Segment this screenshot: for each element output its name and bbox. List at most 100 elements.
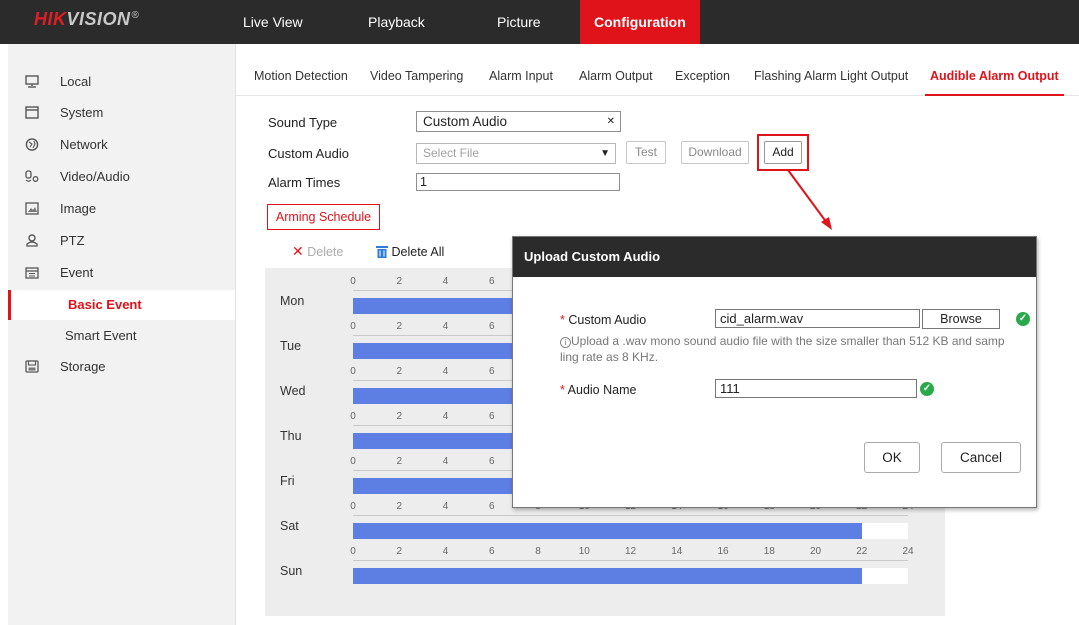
tab-video-tampering[interactable]: Video Tampering — [370, 44, 463, 96]
info-icon: i — [560, 337, 571, 348]
camera-mic-icon — [25, 170, 39, 182]
hour-tick: 6 — [488, 456, 495, 467]
alarm-times-input[interactable]: 1 — [416, 173, 620, 191]
hour-tick: 0 — [350, 501, 356, 512]
browse-button[interactable]: Browse — [922, 309, 1000, 329]
nav-configuration[interactable]: Configuration — [580, 0, 700, 44]
sound-type-value: Custom Audio — [423, 114, 508, 129]
nav-live-view[interactable]: Live View — [243, 0, 303, 44]
schedule-segment[interactable] — [353, 523, 862, 539]
delete-all-label: Delete All — [391, 245, 445, 259]
hour-tick: 4 — [442, 501, 449, 512]
top-navigation-bar: HIKVISION® Live View Playback Picture Co… — [0, 0, 1079, 44]
globe-icon — [25, 138, 39, 151]
chevron-down-icon: ✕ — [606, 116, 615, 127]
custom-audio-label: Custom Audio — [268, 146, 349, 161]
day-label: Sun — [280, 564, 303, 578]
sidebar-item-storage[interactable]: Storage — [8, 352, 235, 382]
custom-audio-file-field[interactable]: cid_alarm.wav — [715, 309, 920, 328]
sidebar-item-label: Video/Audio — [60, 169, 130, 184]
sidebar-item-image[interactable]: Image — [8, 194, 235, 224]
hour-tick: 0 — [350, 321, 356, 332]
timeline-ruler — [353, 515, 908, 516]
hour-tick: 2 — [396, 501, 403, 512]
cancel-button[interactable]: Cancel — [941, 442, 1021, 473]
tab-flashing-alarm-light-output[interactable]: Flashing Alarm Light Output — [754, 44, 908, 96]
hour-tick: 2 — [396, 411, 403, 422]
sidebar-item-video-audio[interactable]: Video/Audio — [8, 162, 235, 192]
day-label: Thu — [280, 429, 302, 443]
schedule-segment[interactable] — [353, 568, 862, 584]
sidebar-item-label: Basic Event — [68, 297, 142, 312]
schedule-row-sun: Sun 0 2 4 6 8 10 12 14 16 18 20 22 24 — [265, 544, 945, 588]
hour-tick: 0 — [350, 546, 356, 557]
sidebar-item-smart-event[interactable]: Smart Event — [8, 321, 235, 351]
hour-tick: 6 — [488, 411, 495, 422]
nav-picture[interactable]: Picture — [497, 0, 541, 44]
sidebar-item-label: Storage — [60, 359, 106, 374]
hour-tick: 6 — [488, 276, 495, 287]
sound-type-select[interactable]: Custom Audio ✕ — [416, 111, 621, 132]
hour-tick: 6 — [488, 546, 495, 557]
hour-tick: 2 — [396, 366, 403, 377]
tab-audible-alarm-output[interactable]: Audible Alarm Output — [925, 44, 1064, 96]
checkmark-icon: ✓ — [1016, 312, 1030, 326]
calendar-icon — [25, 267, 39, 279]
tab-alarm-output[interactable]: Alarm Output — [579, 44, 653, 96]
hint-line-1: Upload a .wav mono sound audio file with… — [571, 334, 1005, 348]
delete-button[interactable]: ✕ Delete — [292, 243, 343, 260]
custom-audio-select[interactable]: Select File ▼ — [416, 143, 616, 164]
sidebar-item-system[interactable]: System — [8, 98, 235, 128]
checkmark-icon: ✓ — [920, 382, 934, 396]
schedule-track[interactable] — [353, 523, 908, 539]
nav-playback[interactable]: Playback — [368, 0, 425, 44]
sidebar-item-label: Event — [60, 265, 94, 280]
sidebar-item-basic-event[interactable]: Basic Event — [8, 290, 235, 320]
delete-label: Delete — [307, 245, 344, 259]
sidebar-item-ptz[interactable]: PTZ — [8, 226, 235, 256]
hour-tick: 0 — [350, 411, 356, 422]
hour-tick: 4 — [442, 546, 449, 557]
add-button[interactable]: Add — [764, 141, 802, 164]
upload-custom-audio-dialog: Upload Custom Audio * Custom Audio cid_a… — [512, 236, 1037, 508]
ok-button[interactable]: OK — [864, 442, 920, 473]
person-icon — [26, 234, 38, 247]
day-label: Wed — [280, 384, 306, 398]
tab-exception[interactable]: Exception — [675, 44, 730, 96]
audio-name-field[interactable]: 111 — [715, 379, 917, 398]
schedule-track[interactable] — [353, 568, 908, 584]
hour-tick: 2 — [396, 276, 403, 287]
image-icon — [25, 202, 39, 215]
hour-tick: 4 — [442, 276, 449, 287]
hour-tick: 2 — [396, 456, 403, 467]
hour-tick: 4 — [442, 456, 449, 467]
test-button[interactable]: Test — [626, 141, 666, 164]
hour-tick: 10 — [578, 546, 590, 557]
dialog-title: Upload Custom Audio — [513, 237, 1036, 277]
monitor-icon — [25, 75, 39, 88]
arming-schedule-tab[interactable]: Arming Schedule — [267, 204, 380, 230]
delete-all-button[interactable]: Delete All — [376, 243, 444, 260]
hour-tick: 6 — [488, 321, 495, 332]
sidebar-item-label: PTZ — [60, 233, 85, 248]
hour-tick: 2 — [396, 321, 403, 332]
tab-motion-detection[interactable]: Motion Detection — [254, 44, 348, 96]
sidebar-item-event[interactable]: Event — [8, 258, 235, 288]
config-tabs: Motion Detection Video Tampering Alarm I… — [236, 44, 1079, 96]
trash-icon — [376, 246, 388, 258]
sidebar-item-network[interactable]: Network — [8, 130, 235, 160]
day-label: Sat — [280, 519, 299, 533]
sidebar-item-label: System — [60, 105, 104, 120]
day-label: Mon — [280, 294, 305, 308]
sidebar-item-local[interactable]: Local — [8, 67, 235, 97]
hour-tick: 12 — [624, 546, 637, 557]
hour-tick: 4 — [442, 321, 449, 332]
brand-logo: HIKVISION® — [34, 9, 140, 29]
hour-tick: 0 — [350, 366, 356, 377]
tab-alarm-input[interactable]: Alarm Input — [489, 44, 553, 96]
download-button[interactable]: Download — [681, 141, 749, 164]
hour-tick: 8 — [535, 546, 541, 557]
hint-line-2: ling rate as 8 KHz. — [560, 350, 659, 364]
hour-tick: 0 — [350, 276, 356, 287]
hour-tick: 22 — [856, 546, 868, 557]
